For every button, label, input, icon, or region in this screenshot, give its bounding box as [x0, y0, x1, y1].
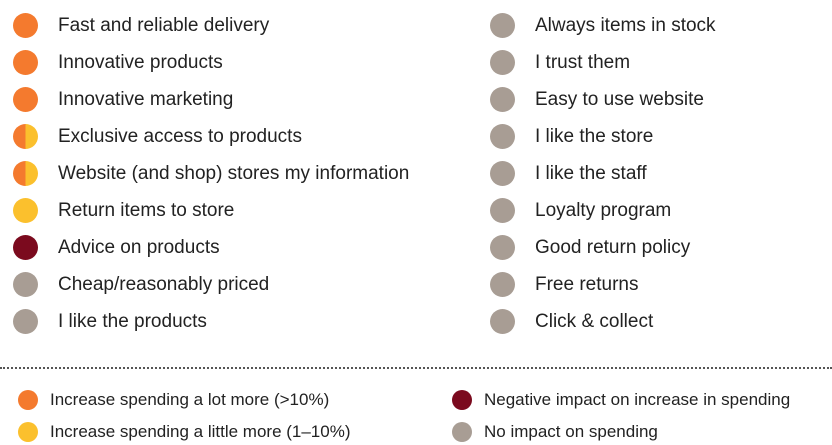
impact-dot-icon: [13, 87, 38, 112]
factor-label: Free returns: [535, 273, 639, 295]
factor-item: Fast and reliable delivery: [13, 7, 490, 44]
factor-label: Good return policy: [535, 236, 691, 258]
impact-dot-icon: [13, 198, 38, 223]
impact-dot-icon: [490, 309, 515, 334]
factor-label: I like the store: [535, 125, 654, 147]
factor-label: Return items to store: [58, 199, 235, 221]
impact-dot-icon: [490, 13, 515, 38]
factor-label: Always items in stock: [535, 14, 716, 36]
impact-dot-icon: [490, 272, 515, 297]
impact-dot-icon: [490, 235, 515, 260]
legend-item-increase-little: Increase spending a little more (1–10%): [0, 421, 452, 442]
factor-item: I like the products: [13, 303, 490, 340]
impact-dot-icon: [13, 124, 38, 149]
factor-item: I like the store: [490, 118, 832, 155]
factor-label: Exclusive access to products: [58, 125, 302, 147]
impact-dot-icon: [13, 309, 38, 334]
impact-dot-icon: [13, 161, 38, 186]
factor-item: Innovative marketing: [13, 81, 490, 118]
factor-item: Innovative products: [13, 44, 490, 81]
factor-label: Innovative products: [58, 51, 223, 73]
factor-item: Loyalty program: [490, 192, 832, 229]
dark-red-dot-icon: [452, 389, 472, 410]
legend-item-no-impact: No impact on spending: [452, 421, 832, 442]
legend-label: No impact on spending: [484, 421, 658, 441]
factor-item: I like the staff: [490, 155, 832, 192]
factor-item: Exclusive access to products: [13, 118, 490, 155]
factor-label: Fast and reliable delivery: [58, 14, 270, 36]
impact-dot-icon: [490, 87, 515, 112]
factor-column-left: Fast and reliable delivery Innovative pr…: [0, 7, 490, 340]
impact-dot-icon: [490, 198, 515, 223]
factor-label: Innovative marketing: [58, 88, 234, 110]
factor-label: I like the products: [58, 310, 207, 332]
legend-label: Increase spending a little more (1–10%): [50, 421, 351, 441]
factor-item: Advice on products: [13, 229, 490, 266]
dotted-divider: [0, 367, 832, 369]
legend-item-negative: Negative impact on increase in spending: [452, 389, 832, 410]
impact-dot-icon: [13, 272, 38, 297]
yellow-dot-icon: [18, 421, 38, 442]
factor-item: I trust them: [490, 44, 832, 81]
grey-dot-icon: [452, 421, 472, 442]
factor-label: Website (and shop) stores my information: [58, 162, 410, 184]
factor-label: Click & collect: [535, 310, 654, 332]
impact-dot-icon: [490, 50, 515, 75]
factor-label: Cheap/reasonably priced: [58, 273, 270, 295]
factor-item: Easy to use website: [490, 81, 832, 118]
impact-dot-icon: [13, 50, 38, 75]
factor-item: Website (and shop) stores my information: [13, 155, 490, 192]
legend-item-increase-lot: Increase spending a lot more (>10%): [0, 389, 452, 410]
factor-item: Cheap/reasonably priced: [13, 266, 490, 303]
impact-dot-icon: [490, 161, 515, 186]
legend: Increase spending a lot more (>10%) Nega…: [0, 389, 832, 442]
factor-item: Free returns: [490, 266, 832, 303]
factor-column-right: Always items in stock I trust them Easy …: [490, 7, 832, 340]
factor-label: Loyalty program: [535, 199, 672, 221]
factor-list: Fast and reliable delivery Innovative pr…: [0, 7, 832, 340]
impact-dot-icon: [490, 124, 515, 149]
factor-item: Click & collect: [490, 303, 832, 340]
factor-label: I trust them: [535, 51, 631, 73]
orange-dot-icon: [18, 389, 38, 410]
factor-item: Always items in stock: [490, 7, 832, 44]
factor-label: Easy to use website: [535, 88, 704, 110]
impact-dot-icon: [13, 13, 38, 38]
factor-item: Good return policy: [490, 229, 832, 266]
factor-label: Advice on products: [58, 236, 220, 258]
factor-item: Return items to store: [13, 192, 490, 229]
legend-label: Increase spending a lot more (>10%): [50, 389, 330, 409]
impact-dot-icon: [13, 235, 38, 260]
legend-label: Negative impact on increase in spending: [484, 389, 791, 409]
factor-label: I like the staff: [535, 162, 647, 184]
